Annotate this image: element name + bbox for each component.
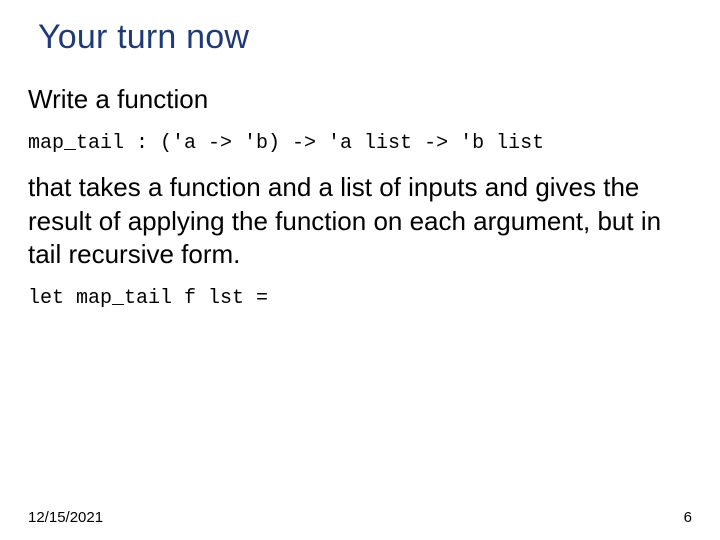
footer-date: 12/15/2021 (28, 509, 103, 526)
type-signature: map_tail : ('a -> 'b) -> 'a list -> 'b l… (28, 130, 692, 157)
intro-text: Write a function (28, 83, 692, 116)
footer: 12/15/2021 6 (28, 509, 692, 526)
slide-title: Your turn now (38, 18, 692, 57)
footer-page-number: 6 (684, 509, 692, 526)
slide: Your turn now Write a function map_tail … (0, 0, 720, 540)
code-stub: let map_tail f lst = (28, 285, 692, 312)
description-text: that takes a function and a list of inpu… (28, 171, 692, 271)
